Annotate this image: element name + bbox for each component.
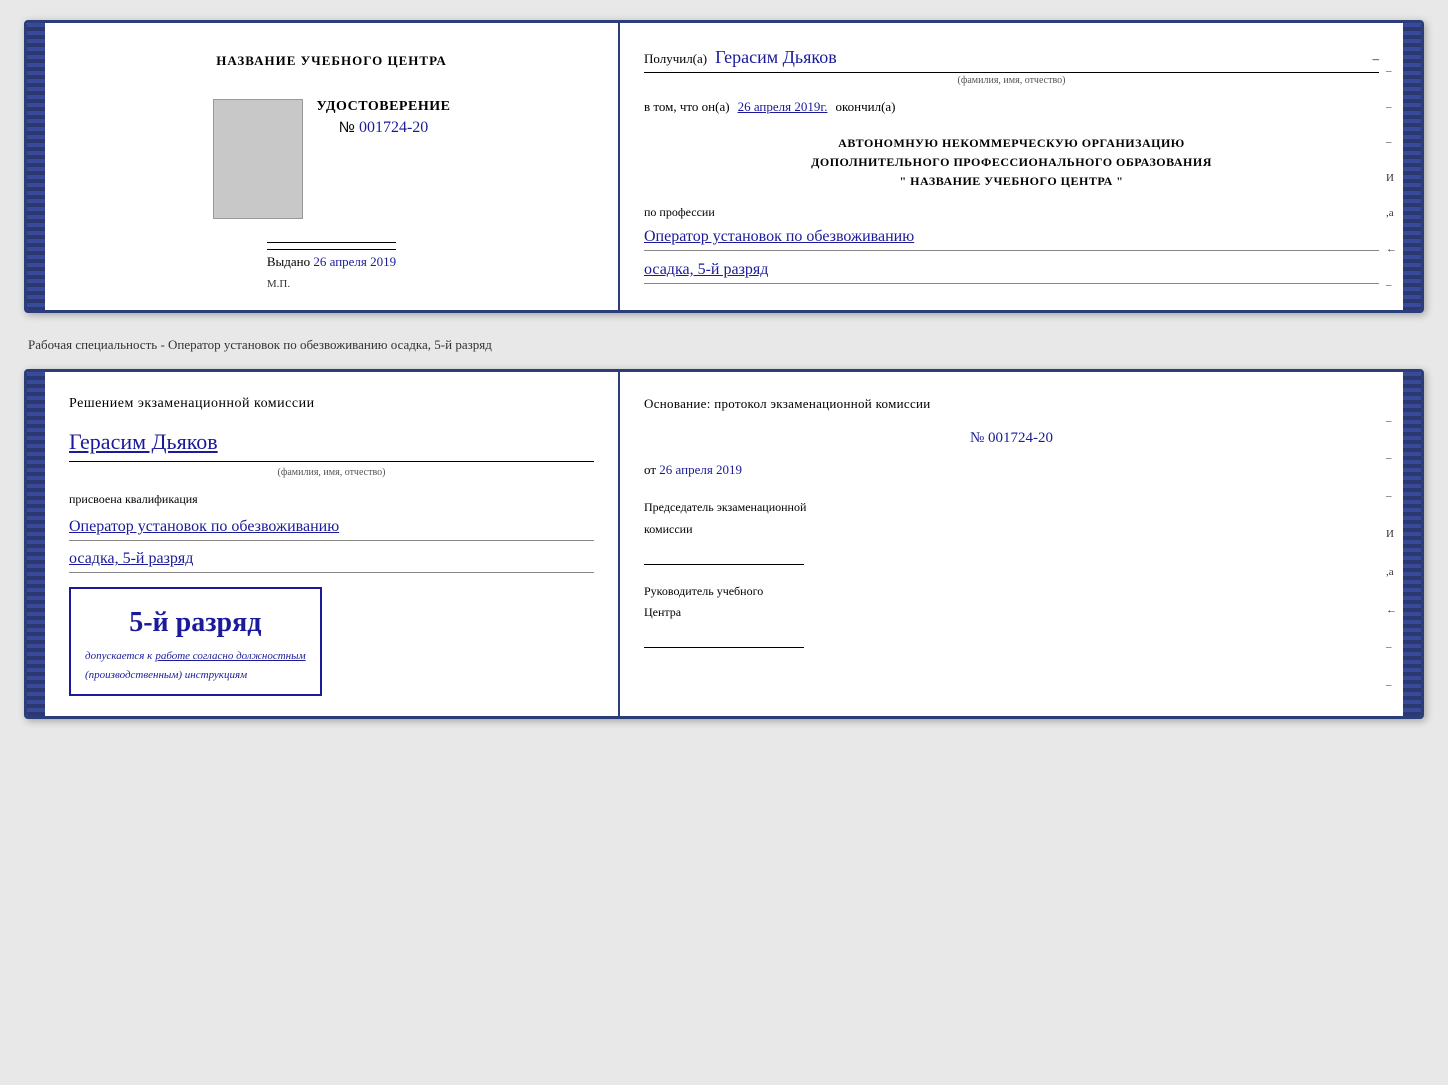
profession-section: по профессии Оператор установок по обезв… [644, 203, 1379, 283]
chair-sig-line [644, 545, 804, 565]
cert1-photo [213, 99, 303, 219]
org-block: АВТОНОМНУЮ НЕКОММЕРЧЕСКУЮ ОРГАНИЗАЦИЮ ДО… [644, 134, 1379, 192]
stamp-desc-link: работе согласно должностным [155, 650, 305, 662]
dash: – [1373, 49, 1380, 70]
cert2-name-block: Герасим Дьяков [69, 423, 594, 461]
protocol-date: от 26 апреля 2019 [644, 458, 1379, 481]
stamp-desc-prefix: допускается к [85, 650, 152, 662]
cert1-photo-area: УДОСТОВЕРЕНИЕ № 001724-20 [213, 99, 451, 219]
profession-label: по профессии [644, 203, 1379, 222]
director-sig-line [644, 628, 804, 648]
date-value: 26 апреля 2019г. [738, 97, 828, 118]
stamp-desc: допускается к работе согласно должностны… [85, 647, 306, 684]
spine-right-2 [1403, 372, 1421, 717]
basis-header: Основание: протокол экзаменационной коми… [644, 392, 1379, 415]
director-label: Руководитель учебного Центра [644, 581, 1379, 624]
separator-text: Рабочая специальность - Оператор установ… [24, 329, 1424, 361]
cert1-id-col: УДОСТОВЕРЕНИЕ № 001724-20 [317, 99, 451, 137]
cert2-name-sub: (фамилия, имя, отчество) [69, 464, 594, 481]
commission-chair-label: Председатель экзаменационной комиссии [644, 497, 1379, 540]
cert1-issued-block: Выдано 26 апреля 2019 [267, 249, 396, 270]
cert2-left-panel: Решением экзаменационной комиссии Гераси… [45, 372, 620, 717]
profession-line2: осадка, 5-й разряд [644, 257, 1379, 284]
right-marks-1: – – – И ,а ← – – – – – [1386, 63, 1397, 313]
certificate-1: НАЗВАНИЕ УЧЕБНОГО ЦЕНТРА УДОСТОВЕРЕНИЕ №… [24, 20, 1424, 313]
recipient-line: Получил(а) Герасим Дьяков – [644, 43, 1379, 73]
recipient-name: Герасим Дьяков [715, 43, 1356, 72]
date-suffix: окончил(а) [835, 97, 895, 118]
cert1-school-name: НАЗВАНИЕ УЧЕБНОГО ЦЕНТРА [216, 53, 447, 69]
cert2-stamp-box: 5-й разряд допускается к работе согласно… [69, 587, 322, 696]
date-line: в том, что он(а) 26 апреля 2019г. окончи… [644, 97, 1379, 118]
spine-left-2 [27, 372, 45, 717]
qual-line2: осадка, 5-й разряд [69, 545, 594, 573]
qual-line1: Оператор установок по обезвоживанию [69, 513, 594, 541]
issued-label: Выдано [267, 254, 310, 269]
spine-right-1 [1403, 23, 1421, 310]
cert2-name: Герасим Дьяков [69, 429, 218, 454]
cert1-title: УДОСТОВЕРЕНИЕ [317, 99, 451, 115]
date-prefix: в том, что он(а) [644, 97, 730, 118]
protocol-number: № 001724-20 [644, 425, 1379, 452]
cert1-title-block: УДОСТОВЕРЕНИЕ № 001724-20 [317, 99, 451, 137]
date-prefix-2: от [644, 462, 656, 477]
stamp-rank: 5-й разряд [85, 599, 306, 647]
org-line3: " НАЗВАНИЕ УЧЕБНОГО ЦЕНТРА " [644, 172, 1379, 191]
cert1-number-value: 001724-20 [359, 119, 428, 136]
cert1-right-panel: Получил(а) Герасим Дьяков – (фамилия, им… [620, 23, 1403, 310]
recipient-sub-label: (фамилия, имя, отчество) [644, 73, 1379, 89]
stamp-desc-suffix: (производственным) инструкциям [85, 669, 247, 681]
cert1-stamp-label: М.П. [267, 278, 396, 290]
commission-chair-block: Председатель экзаменационной комиссии [644, 497, 1379, 564]
right-marks-2: – – – И ,а ← – – – – – [1386, 412, 1397, 720]
decision-header: Решением экзаменационной комиссии [69, 392, 594, 416]
cert1-number: № 001724-20 [317, 119, 451, 137]
number-prefix: № [339, 119, 355, 136]
received-label: Получил(а) [644, 49, 707, 70]
cert1-issued-date: 26 апреля 2019 [313, 254, 396, 269]
certificate-2: Решением экзаменационной комиссии Гераси… [24, 369, 1424, 720]
spine-left-1 [27, 23, 45, 310]
profession-line1: Оператор установок по обезвоживанию [644, 224, 1379, 251]
director-block: Руководитель учебного Центра [644, 581, 1379, 648]
qual-label: присвоена квалификация [69, 489, 594, 509]
org-line1: АВТОНОМНУЮ НЕКОММЕРЧЕСКУЮ ОРГАНИЗАЦИЮ [644, 134, 1379, 153]
cert2-right-panel: Основание: протокол экзаменационной коми… [620, 372, 1403, 717]
cert2-date: 26 апреля 2019 [659, 462, 742, 477]
cert1-bottom: Выдано 26 апреля 2019 М.П. [267, 242, 396, 290]
org-line2: ДОПОЛНИТЕЛЬНОГО ПРОФЕССИОНАЛЬНОГО ОБРАЗО… [644, 153, 1379, 172]
cert1-left-panel: НАЗВАНИЕ УЧЕБНОГО ЦЕНТРА УДОСТОВЕРЕНИЕ №… [45, 23, 620, 310]
page-wrapper: НАЗВАНИЕ УЧЕБНОГО ЦЕНТРА УДОСТОВЕРЕНИЕ №… [24, 20, 1424, 719]
